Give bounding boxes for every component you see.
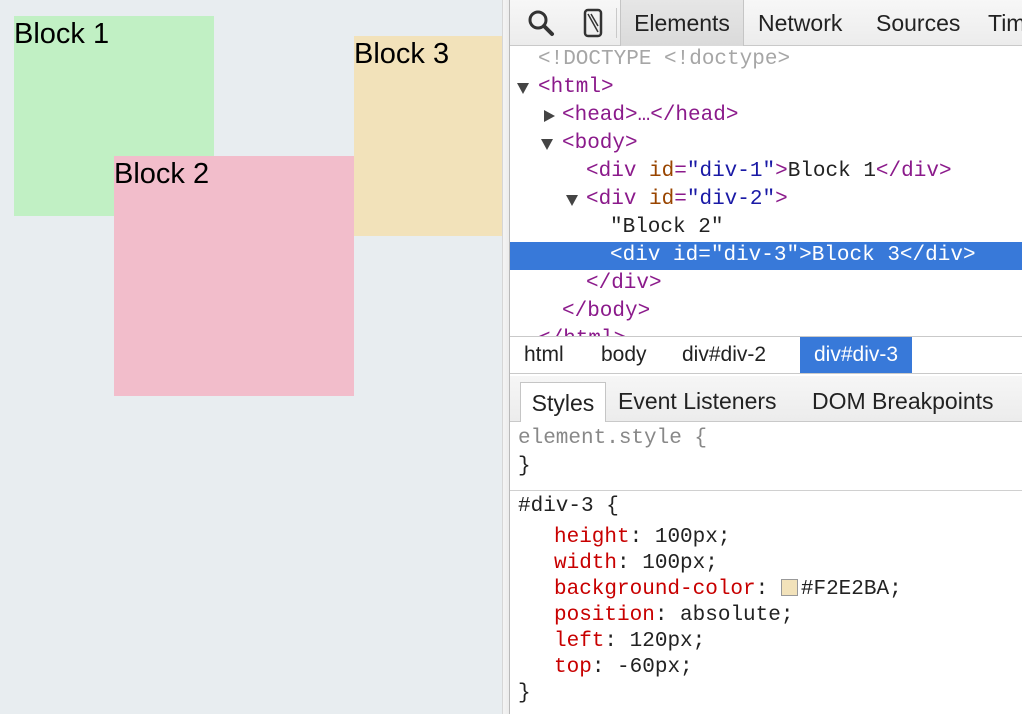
dom-node-div-2-close[interactable]: </div> (510, 270, 1022, 298)
block-2-text-node: "Block 2" (610, 216, 724, 239)
block-3: Block 3 (354, 36, 502, 236)
block-2-label: Block 2 (114, 158, 210, 190)
div-2-markup: <div id="div-2"> (586, 188, 788, 211)
dom-node-doctype[interactable]: <!DOCTYPE <!doctype> (510, 46, 1022, 74)
expand-arrow-icon[interactable] (544, 110, 555, 122)
html-close-tag: </html> (538, 326, 626, 336)
tab-dom-breakpoints[interactable]: DOM Breakpoints (812, 376, 994, 422)
prop-value: -60px; (617, 656, 693, 679)
tab-timeline[interactable]: Timeline (988, 0, 1022, 46)
rule-separator (510, 490, 1022, 491)
breadcrumb-html[interactable]: html (524, 337, 564, 373)
element-style-close-brace: } (518, 455, 531, 478)
body-open-tag: <body> (562, 132, 638, 155)
breadcrumb: html body div#div-2 div#div-3 (510, 336, 1022, 374)
tab-sources[interactable]: Sources (876, 0, 960, 46)
dom-node-body-close[interactable]: </body> (510, 298, 1022, 326)
tab-event-listeners[interactable]: Event Listeners (618, 376, 777, 422)
rule-close-brace: } (518, 682, 531, 705)
collapse-arrow-icon[interactable] (566, 195, 578, 206)
div-3-close-tag-name: div (925, 244, 963, 267)
dom-node-block-2-text[interactable]: "Block 2" (510, 214, 1022, 242)
device-mode-icon[interactable] (578, 8, 608, 38)
css-prop-position[interactable]: position: absolute; (554, 603, 793, 629)
element-style-selector[interactable]: element.style { (518, 426, 707, 452)
tab-network[interactable]: Network (758, 0, 842, 46)
tab-styles[interactable]: Styles (520, 382, 606, 422)
prop-name: height (554, 526, 630, 549)
dom-node-html-close[interactable]: </html> (510, 326, 1022, 336)
block-3-label: Block 3 (354, 38, 450, 70)
prop-name: width (554, 552, 618, 575)
div-1-attr-value: div-1 (699, 160, 763, 183)
div-2-tag-name: div (598, 188, 637, 211)
dom-node-head[interactable]: <head>…</head> (510, 102, 1022, 130)
color-swatch[interactable] (780, 579, 798, 596)
div-2-attr-value: div-2 (699, 188, 763, 211)
breadcrumb-div-3[interactable]: div#div-3 (800, 337, 913, 373)
prop-name: top (554, 656, 592, 679)
prop-name: position (554, 604, 655, 627)
prop-value: absolute; (680, 604, 794, 627)
div-1-attr-name: id (649, 160, 675, 183)
div-3-markup: <div id="div-3">Block 3</div> (610, 244, 976, 267)
css-prop-top[interactable]: top: -60px; (554, 655, 693, 681)
prop-value: 100px; (642, 552, 718, 575)
breadcrumb-div-2[interactable]: div#div-2 (682, 337, 766, 373)
prop-value: 100px; (654, 526, 731, 549)
prop-name: left (554, 630, 605, 653)
div-1-markup: <div id="div-1">Block 1</div> (586, 160, 952, 183)
dom-tree: <!DOCTYPE <!doctype> <html> <head>…</hea… (510, 46, 1022, 336)
styles-pane: element.style { } #div-3 { height: 100px… (510, 422, 1022, 714)
prop-value: #F2E2BA; (800, 578, 902, 601)
css-prop-background-color[interactable]: background-color: #F2E2BA; (554, 577, 902, 603)
toolbar-separator (616, 8, 617, 38)
div-3-tag-name: div (622, 244, 661, 267)
prop-value: 120px; (629, 630, 706, 653)
body-close-tag: </body> (562, 300, 651, 323)
css-prop-left[interactable]: left: 120px; (554, 629, 705, 655)
div-1-tag-name: div (598, 160, 637, 183)
rule-selector[interactable]: #div-3 { (518, 494, 619, 520)
div-2-attr-name: id (649, 188, 675, 211)
html-open-tag: <html> (538, 76, 614, 99)
head-tag: <head>…</head> (562, 104, 739, 127)
block-1-label: Block 1 (14, 18, 110, 50)
panel-splitter[interactable] (502, 0, 510, 714)
devtools-toolbar: Elements Network Sources Timeline (510, 0, 1022, 46)
dom-node-body[interactable]: <body> (510, 130, 1022, 158)
collapse-arrow-icon[interactable] (541, 139, 553, 150)
dom-node-div-1[interactable]: <div id="div-1">Block 1</div> (510, 158, 1022, 186)
dom-node-div-3-selected[interactable]: <div id="div-3">Block 3</div> (510, 242, 1022, 270)
css-prop-height[interactable]: height: 100px; (554, 525, 730, 551)
div-3-attr-name: id (673, 244, 699, 267)
div-close-tag: </div> (586, 272, 662, 295)
devtools-panel: Elements Network Sources Timeline <!DOCT… (510, 0, 1022, 714)
div-3-text: Block 3 (811, 244, 900, 267)
collapse-arrow-icon[interactable] (517, 83, 529, 94)
sidebar-tabs: Styles Event Listeners DOM Breakpoints (510, 376, 1022, 422)
dom-node-div-2[interactable]: <div id="div-2"> (510, 186, 1022, 214)
div-1-text: Block 1 (787, 160, 876, 183)
block-2: Block 2 (114, 156, 354, 396)
search-icon[interactable] (526, 8, 556, 38)
page-viewport: Block 1 Block 2 Block 3 (0, 0, 502, 714)
dom-node-html[interactable]: <html> (510, 74, 1022, 102)
div-1-close-tag-name: div (901, 160, 939, 183)
tab-elements[interactable]: Elements (620, 0, 744, 46)
div-3-attr-value: div-3 (723, 244, 787, 267)
doctype-text: <!DOCTYPE <!doctype> (538, 48, 791, 71)
prop-name: background-color (554, 578, 756, 601)
breadcrumb-body[interactable]: body (601, 337, 647, 373)
css-prop-width[interactable]: width: 100px; (554, 551, 718, 577)
